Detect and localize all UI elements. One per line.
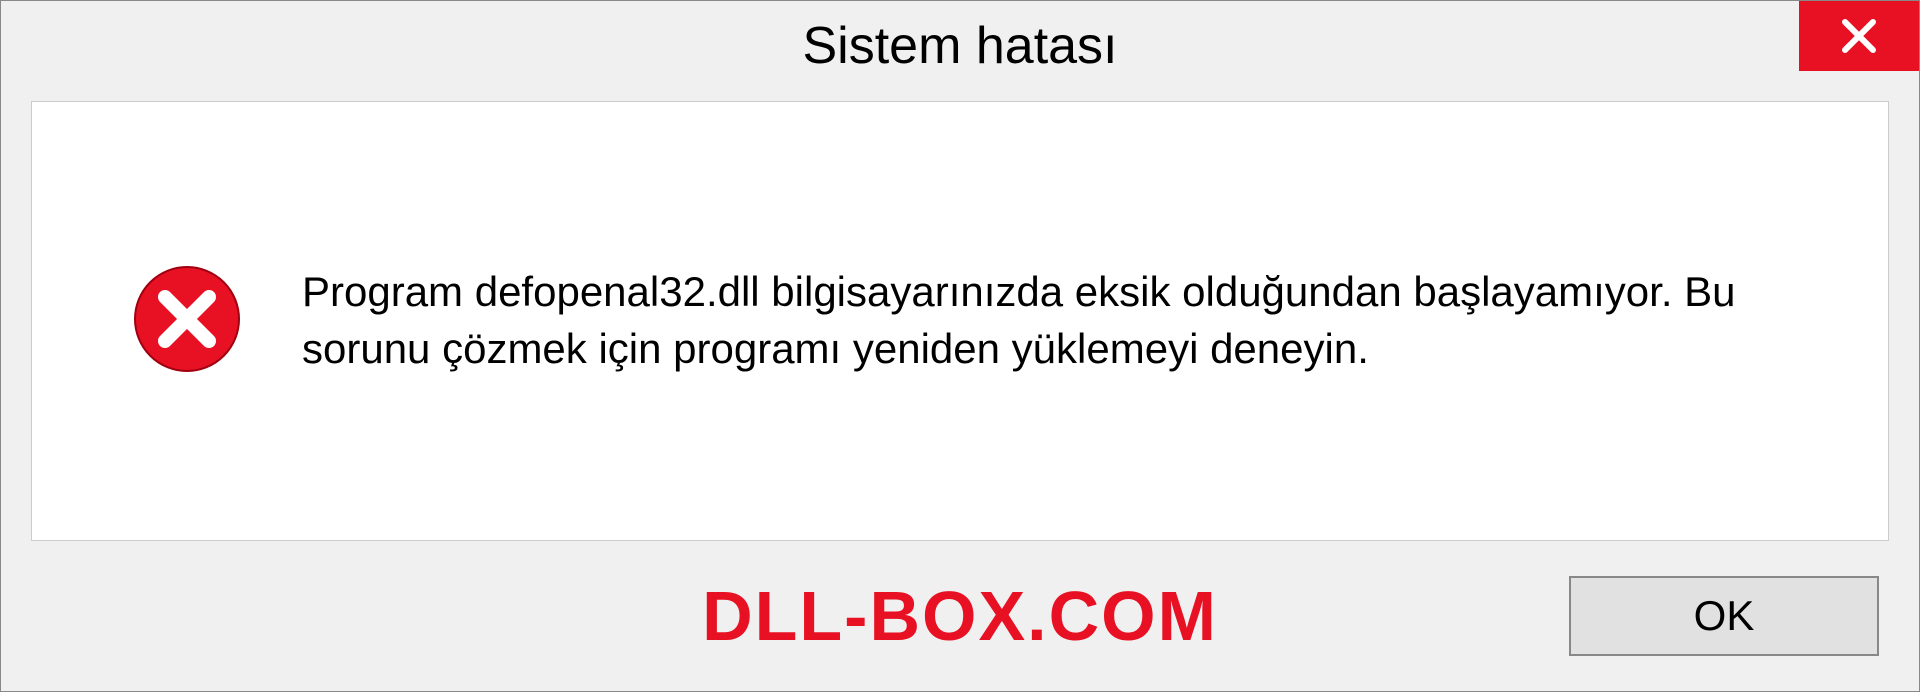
error-icon bbox=[132, 264, 242, 379]
close-button[interactable] bbox=[1799, 1, 1919, 71]
ok-button-label: OK bbox=[1694, 592, 1755, 640]
system-error-dialog: Sistem hatası Program defopenal32.dll bi… bbox=[0, 0, 1920, 692]
content-panel: Program defopenal32.dll bilgisayarınızda… bbox=[31, 101, 1889, 541]
titlebar: Sistem hatası bbox=[1, 1, 1919, 91]
ok-button[interactable]: OK bbox=[1569, 576, 1879, 656]
close-icon bbox=[1839, 16, 1879, 56]
error-message: Program defopenal32.dll bilgisayarınızda… bbox=[302, 264, 1808, 377]
dialog-footer: DLL-BOX.COM OK bbox=[1, 561, 1919, 691]
dialog-title: Sistem hatası bbox=[802, 16, 1117, 76]
watermark-text: DLL-BOX.COM bbox=[702, 576, 1218, 656]
